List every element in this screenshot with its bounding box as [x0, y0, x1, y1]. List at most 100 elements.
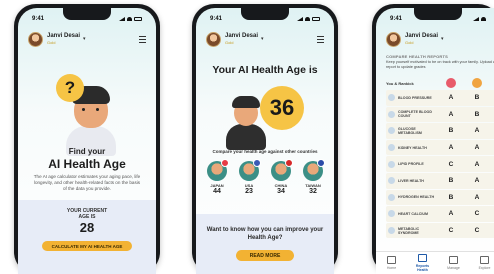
- country-value: 23: [245, 188, 253, 195]
- row-label: LIVER HEALTH: [398, 178, 424, 183]
- table-row[interactable]: LIVER HEALTH B A: [386, 172, 494, 189]
- hero-illustration: 36: [222, 80, 312, 152]
- question-bubble: ?: [56, 74, 84, 102]
- table-row[interactable]: BLOOD PRESSURE A B: [386, 90, 494, 106]
- grade-b: A: [474, 144, 480, 152]
- flag-icon: [253, 159, 261, 167]
- country-value: 34: [277, 188, 285, 195]
- grade-b: A: [474, 177, 480, 185]
- wifi-icon: [305, 17, 310, 21]
- phone-frame-reports: 9:41 Janvi Desai Gold ▾ COMPARE HEALTH R…: [372, 4, 494, 274]
- report-icon: [388, 210, 395, 218]
- status-time: 9:41: [32, 16, 45, 22]
- signal-icon: [297, 17, 303, 21]
- tab-reports-health[interactable]: Reports Health: [411, 254, 435, 272]
- country-item[interactable]: CHINA 34: [268, 159, 294, 195]
- table-row[interactable]: KIDNEY HEALTH A A: [386, 139, 494, 156]
- country-item[interactable]: JAPAN 44: [204, 159, 230, 195]
- flag-icon: [317, 159, 325, 167]
- country-value: 44: [213, 188, 221, 195]
- reports-table: You & Rankick BLOOD PRESSURE A B COMPLETE …: [386, 76, 494, 239]
- improve-panel: Want to know how you can improve your He…: [196, 214, 334, 274]
- grade-b: A: [474, 193, 480, 201]
- country-avatar: [303, 159, 325, 181]
- table-row[interactable]: METABOLIC SYNDROME C C: [386, 222, 494, 239]
- status-time: 9:41: [210, 16, 223, 22]
- row-label: METABOLIC SYNDROME: [398, 226, 420, 235]
- profile-header[interactable]: Janvi Desai Gold ▾: [206, 30, 324, 48]
- health-age-bubble: 36: [260, 86, 304, 130]
- avatar[interactable]: [206, 31, 221, 47]
- calculate-button[interactable]: CALCULATE MY AI HEALTH AGE: [42, 241, 132, 251]
- phone-frame-calculator: 9:41 Janvi Desai Gold ▾ ? Find your AI H…: [14, 4, 160, 274]
- table-row[interactable]: HYDROGEN HEALTH B A: [386, 189, 494, 206]
- avatar-eye: [96, 108, 99, 111]
- user-name: Janvi Desai: [47, 33, 81, 39]
- signal-icon: [473, 17, 479, 21]
- page-title: Your AI Health Age is: [212, 64, 318, 76]
- description: The AI age calculator estimates your agi…: [33, 174, 141, 191]
- improve-question: Want to know how you can improve your He…: [206, 227, 324, 241]
- current-age-panel: YOUR CURRENT AGE IS 28 CALCULATE MY AI H…: [18, 200, 156, 274]
- user-badge: Gold: [405, 40, 414, 45]
- menu-icon[interactable]: [139, 35, 146, 43]
- country-item[interactable]: TAIWAN 32: [300, 159, 326, 195]
- profile-header[interactable]: Janvi Desai Gold ▾: [386, 30, 490, 48]
- user-name: Janvi Desai: [405, 33, 439, 39]
- grade-b: B: [474, 94, 480, 102]
- table-row[interactable]: LIPID PROFILE C A: [386, 156, 494, 172]
- tab-manage[interactable]: Manage: [442, 256, 466, 270]
- tab-explore[interactable]: Explore: [473, 256, 494, 270]
- avatar-body: [226, 124, 266, 150]
- menu-icon[interactable]: [317, 35, 324, 43]
- grade-a: A: [448, 144, 454, 152]
- user-name: Janvi Desai: [225, 33, 259, 39]
- country-list: JAPAN 44 USA 23 CHINA 34 TAIWAN 32: [204, 159, 326, 195]
- screen-calculator: 9:41 Janvi Desai Gold ▾ ? Find your AI H…: [18, 8, 156, 274]
- chevron-down-icon[interactable]: ▾: [83, 36, 86, 42]
- report-icon: [388, 227, 395, 235]
- grade-a: B: [448, 193, 454, 201]
- table-row[interactable]: GLUCOSE METABOLISM B A: [386, 123, 494, 139]
- country-item[interactable]: USA 23: [236, 159, 262, 195]
- home-icon: [387, 256, 396, 264]
- grade-a: A: [448, 110, 454, 118]
- flag-icon: [221, 159, 229, 167]
- grade-a: C: [448, 227, 454, 235]
- profile-header[interactable]: Janvi Desai Gold ▾: [28, 30, 146, 48]
- compare-label: Compare your health age against other co…: [212, 149, 318, 154]
- tab-bar: Home Reports Health Manage Explore: [376, 251, 494, 274]
- avatar[interactable]: [28, 31, 43, 47]
- report-icon: [388, 144, 395, 152]
- table-column-label: You & Rankick: [386, 80, 414, 86]
- report-icon: [388, 110, 395, 118]
- avatar-hair: [232, 96, 260, 108]
- wifi-icon: [481, 17, 486, 21]
- avatar[interactable]: [386, 31, 401, 47]
- grade-b: C: [474, 210, 480, 218]
- tab-home[interactable]: Home: [380, 256, 404, 270]
- grade-a: C: [448, 160, 454, 168]
- chevron-down-icon[interactable]: ▾: [441, 36, 444, 42]
- section-title: COMPARE HEALTH REPORTS: [386, 54, 449, 59]
- member-avatar-icon[interactable]: [472, 78, 482, 88]
- grade-a: A: [448, 210, 454, 218]
- read-more-button[interactable]: READ MORE: [236, 250, 294, 261]
- table-row[interactable]: COMPLETE BLOOD COUNT A B: [386, 106, 494, 123]
- report-icon: [388, 94, 395, 102]
- member-avatar-icon[interactable]: [446, 78, 456, 88]
- grade-a: A: [448, 94, 454, 102]
- page-title: AI Health Age: [48, 157, 126, 171]
- grade-b: B: [474, 110, 480, 118]
- chevron-down-icon[interactable]: ▾: [261, 36, 264, 42]
- status-bar: 9:41: [390, 14, 486, 24]
- row-label: COMPLETE BLOOD COUNT: [398, 110, 432, 119]
- signal-icon: [119, 17, 125, 21]
- current-age-value: 28: [79, 220, 95, 235]
- grade-b: A: [474, 127, 480, 135]
- grade-a: B: [448, 127, 454, 135]
- table-row[interactable]: HEART CALCIUM A C: [386, 206, 494, 222]
- user-badge: Gold: [47, 40, 56, 45]
- avatar-eye: [82, 108, 85, 111]
- report-icon: [388, 160, 395, 168]
